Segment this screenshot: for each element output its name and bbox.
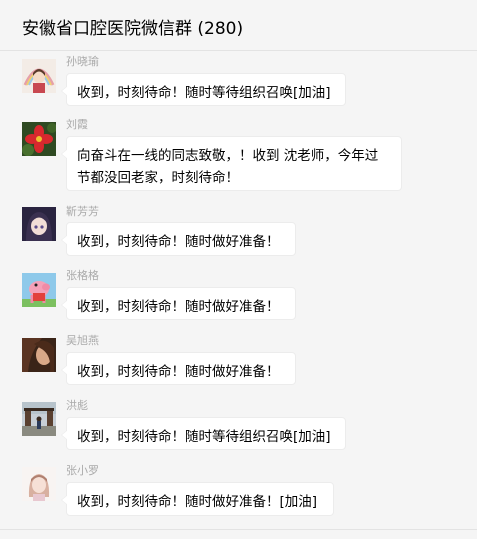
sender-name: 张格格 — [66, 269, 99, 282]
message-item: 靳芳芳 收到，时刻待命！随时做好准备！ — [0, 201, 477, 265]
message-item: 孙晓瑜 收到，时刻待命！随时等待组织召唤[加油] — [0, 51, 477, 111]
chat-title: 安徽省口腔医院微信群 (280) — [22, 19, 244, 39]
peppa-pig-avatar-icon[interactable] — [22, 273, 56, 307]
sender-name: 刘霞 — [66, 118, 88, 131]
sender-name: 靳芳芳 — [66, 205, 99, 218]
chat-header: 安徽省口腔医院微信群 (280) — [0, 0, 477, 51]
message-text: 收到，时刻待命！随时做好准备！ — [77, 299, 280, 315]
sender-name: 吴旭燕 — [66, 334, 99, 347]
message-item: 吴旭燕 收到，时刻待命！随时做好准备！ — [0, 330, 477, 395]
message-text: 收到，时刻待命！随时做好准备！[加油] — [77, 494, 318, 510]
divider — [0, 529, 477, 530]
message-item: 张小罗 收到，时刻待命！随时做好准备！[加油] — [0, 460, 477, 526]
message-text: 向奋斗在一线的同志致敬，！收到 沈老师，今年过节都没回老家，时刻待命！ — [77, 148, 379, 186]
outdoor-photo-avatar-icon[interactable] — [22, 402, 56, 436]
woman-portrait-avatar-icon[interactable] — [22, 338, 56, 372]
message-item: 刘霞 向奋斗在一线的同志致敬，！收到 沈老师，今年过节都没回老家，时刻待命！ — [0, 111, 477, 201]
red-flower-avatar-icon[interactable] — [22, 122, 56, 156]
message-item: 张格格 收到，时刻待命！随时做好准备！ — [0, 265, 477, 330]
message-bubble[interactable]: 向奋斗在一线的同志致敬，！收到 沈老师，今年过节都没回老家，时刻待命！ — [61, 136, 402, 191]
sender-name: 洪彪 — [66, 399, 88, 412]
message-text: 收到，时刻待命！随时做好准备！ — [77, 234, 280, 250]
sender-name: 张小罗 — [66, 464, 99, 477]
sender-name: 孙晓瑜 — [66, 55, 99, 68]
message-bubble[interactable]: 收到，时刻待命！随时做好准备！[加油] — [61, 482, 334, 516]
anime-girl-avatar-icon[interactable] — [22, 207, 56, 241]
message-bubble[interactable]: 收到，时刻待命！随时做好准备！ — [61, 287, 296, 320]
message-text: 收到，时刻待命！随时做好准备！ — [77, 364, 280, 380]
message-text: 收到，时刻待命！随时等待组织召唤[加油] — [77, 85, 331, 101]
message-bubble[interactable]: 收到，时刻待命！随时做好准备！ — [61, 352, 296, 385]
message-item: 洪彪 收到，时刻待命！随时等待组织召唤[加油] — [0, 395, 477, 460]
girl-photo-avatar-icon[interactable] — [22, 467, 56, 501]
message-bubble[interactable]: 收到，时刻待命！随时等待组织召唤[加油] — [61, 417, 346, 450]
message-bubble[interactable]: 收到，时刻待命！随时等待组织召唤[加油] — [61, 73, 346, 106]
cartoon-girl-avatar-icon[interactable] — [22, 59, 56, 93]
message-bubble[interactable]: 收到，时刻待命！随时做好准备！ — [61, 222, 296, 256]
message-text: 收到，时刻待命！随时等待组织召唤[加油] — [77, 429, 331, 445]
